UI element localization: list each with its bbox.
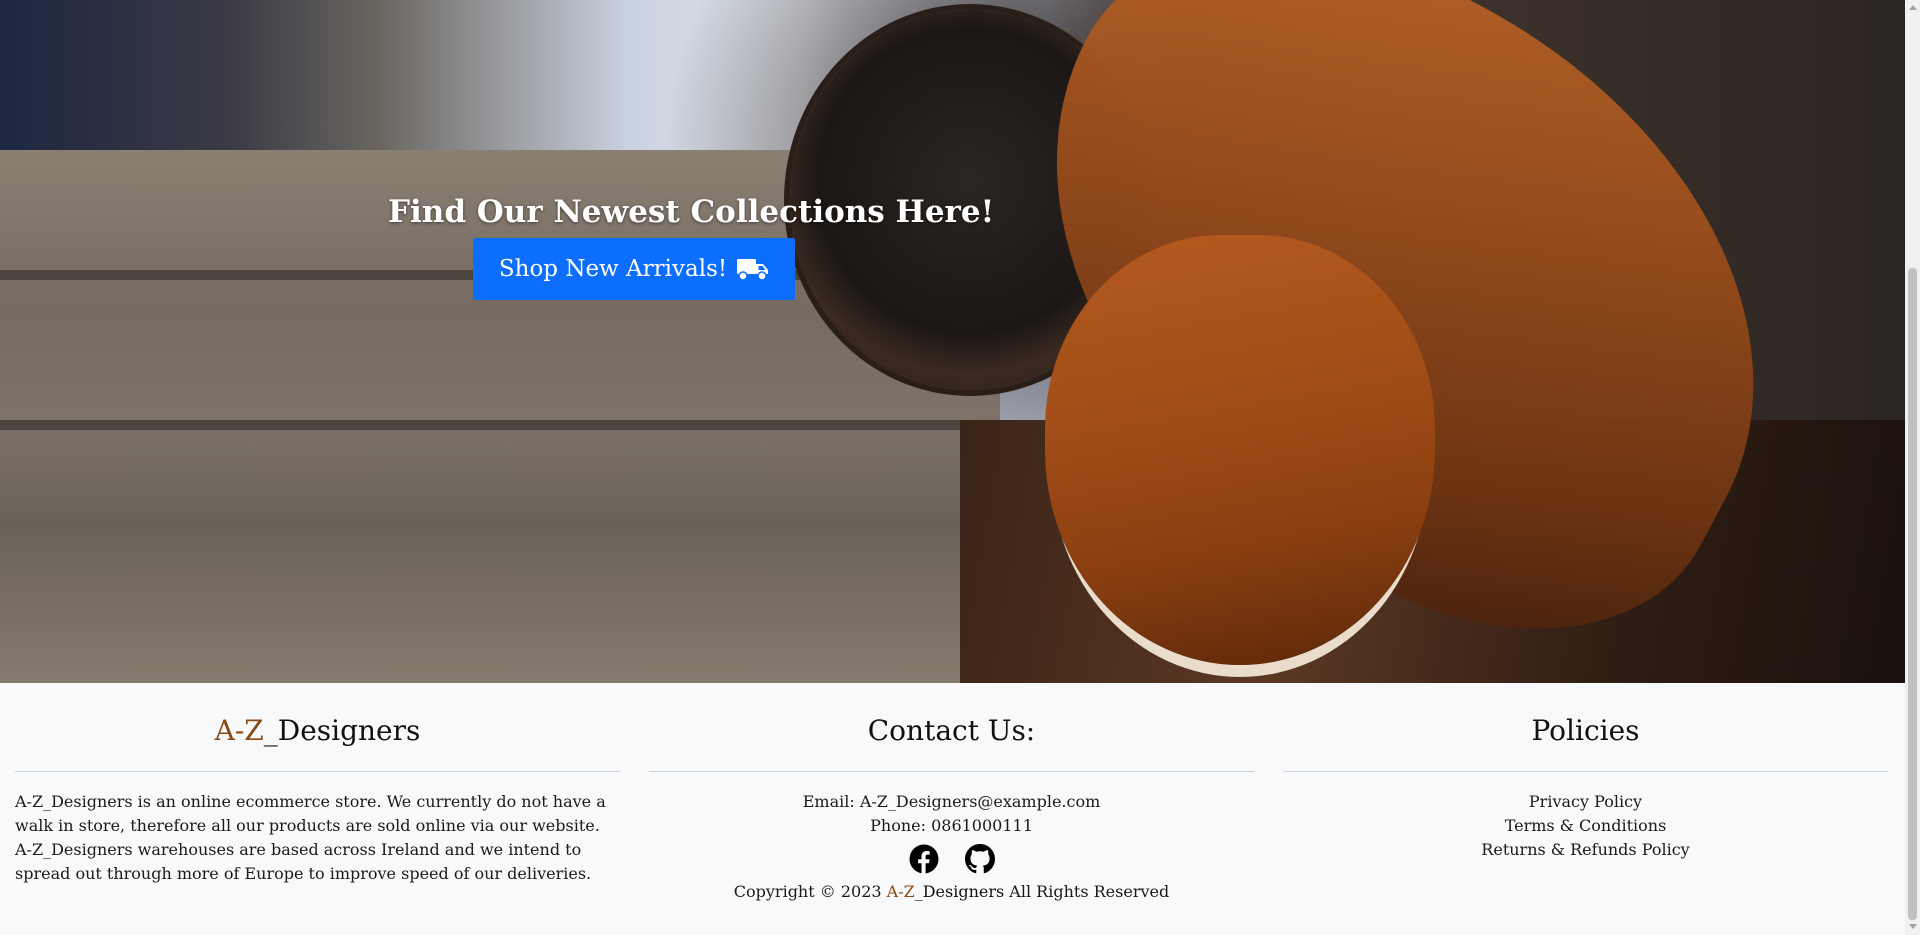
sweater-fold bbox=[0, 420, 990, 430]
privacy-policy-link[interactable]: Privacy Policy bbox=[1283, 790, 1888, 814]
footer-contact-column: Contact Us: Email: A-Z_Designers@example… bbox=[649, 683, 1254, 904]
social-links bbox=[649, 844, 1254, 874]
terms-conditions-link[interactable]: Terms & Conditions bbox=[1283, 814, 1888, 838]
copyright-prefix: Copyright © 2023 bbox=[733, 882, 887, 901]
hero-background-shoe bbox=[1045, 235, 1435, 665]
contact-email: Email: A-Z_Designers@example.com bbox=[802, 792, 1101, 811]
divider bbox=[1283, 771, 1888, 772]
contact-title: Contact Us: bbox=[867, 714, 1036, 747]
footer-about-column: A-Z_Designers A-Z_Designers is an online… bbox=[15, 683, 620, 886]
page: Find Our Newest Collections Here! Shop N… bbox=[0, 0, 1905, 935]
brand-suffix: _Designers bbox=[914, 882, 1005, 901]
shop-new-arrivals-button[interactable]: Shop New Arrivals! bbox=[472, 238, 796, 300]
scrollbar-thumb[interactable] bbox=[1908, 268, 1917, 920]
policies-title: Policies bbox=[1531, 714, 1640, 747]
divider bbox=[15, 771, 620, 772]
copyright-suffix: All Rights Reserved bbox=[1004, 882, 1170, 901]
scroll-up-arrow-icon[interactable] bbox=[1909, 5, 1917, 10]
hero-banner: Find Our Newest Collections Here! Shop N… bbox=[0, 0, 1905, 683]
about-text: A-Z_Designers is an online ecommerce sto… bbox=[15, 792, 606, 883]
truck-icon bbox=[737, 257, 769, 281]
divider bbox=[649, 771, 1254, 772]
hero-content: Find Our Newest Collections Here! Shop N… bbox=[388, 190, 995, 300]
shop-new-arrivals-label: Shop New Arrivals! bbox=[498, 256, 728, 282]
copyright-text: Copyright © 2023 A-Z_Designers All Right… bbox=[649, 880, 1254, 904]
vertical-scrollbar[interactable] bbox=[1905, 0, 1920, 935]
scroll-down-arrow-icon[interactable] bbox=[1909, 924, 1917, 929]
brand-suffix: _Designers bbox=[263, 714, 421, 747]
brand-prefix: A-Z bbox=[886, 882, 915, 901]
footer-policies-column: Policies Privacy Policy Terms & Conditio… bbox=[1283, 683, 1888, 862]
contact-phone: Phone: 0861000111 bbox=[870, 816, 1033, 835]
footer-brand-title: A-Z_Designers bbox=[15, 683, 620, 753]
hero-heading: Find Our Newest Collections Here! bbox=[388, 194, 995, 230]
brand-prefix: A-Z bbox=[214, 714, 264, 747]
returns-refunds-link[interactable]: Returns & Refunds Policy bbox=[1283, 838, 1888, 862]
github-icon[interactable] bbox=[964, 844, 995, 874]
facebook-icon[interactable] bbox=[909, 844, 939, 874]
site-footer: A-Z_Designers A-Z_Designers is an online… bbox=[0, 683, 1905, 935]
